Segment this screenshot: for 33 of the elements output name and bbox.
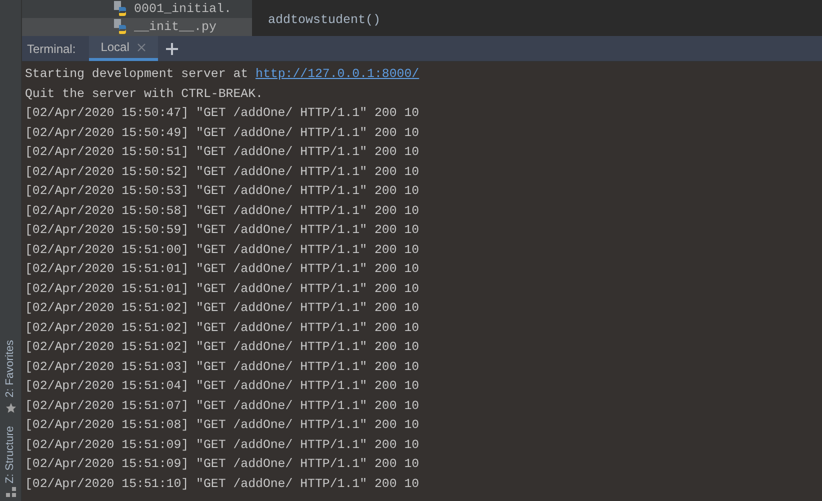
add-icon[interactable]: [166, 42, 178, 54]
terminal-line: [02/Apr/2020 15:50:47] "GET /addOne/ HTTP/1.1" 200 10: [25, 105, 420, 122]
structure-icon: [6, 487, 16, 497]
terminal-line: Quit the server with CTRL-BREAK.: [25, 86, 264, 102]
terminal-line: [02/Apr/2020 15:51:01] "GET /addOne/ HTTP/1.1" 200 10: [25, 261, 420, 278]
terminal-line: [02/Apr/2020 15:50:49] "GET /addOne/ HTTP/1.1" 200 10: [25, 124, 420, 142]
project-tree-item[interactable]: __init__.py: [22, 18, 252, 36]
terminal-line: [02/Apr/2020 15:50:58] "GET /addOne/ HTTP/1.1" 200 10: [25, 202, 420, 220]
terminal-line: [02/Apr/2020 15:51:04] "GET /addOne/ HTTP/1.1" 200 10: [25, 378, 420, 395]
terminal-line: [02/Apr/2020 15:51:02] "GET /addOne/ HTTP/1.1" 200 10: [25, 339, 420, 356]
terminal-line: Starting development server at http://127.0.0.1:8000/: [25, 66, 420, 83]
project-tree-item[interactable]: 0001_initial.: [22, 0, 252, 18]
terminal-line: [02/Apr/2020 15:51:02] "GET /addOne/ HTTP/1.1" 200 10: [25, 320, 420, 336]
terminal-line: [02/Apr/2020 15:50:53] "GET /addOne/ HTTP/1.1" 200 10: [25, 183, 420, 200]
terminal-line: [02/Apr/2020 15:51:07] "GET /addOne/ HTTP/1.1" 200 10: [25, 398, 420, 414]
terminal-line: [02/Apr/2020 15:51:00] "GET /addOne/ HTTP/1.1" 200 10: [25, 242, 420, 258]
star-icon: [4, 402, 16, 414]
tool-window-tab[interactable]: 2: Favorites: [2, 340, 19, 398]
tool-window-tab[interactable]: Z: Structure: [2, 426, 19, 483]
terminal-line: [02/Apr/2020 15:51:01] "GET /addOne/ HTTP/1.1" 200 10: [25, 280, 420, 298]
terminal-line: [02/Apr/2020 15:50:51] "GET /addOne/ HTTP/1.1" 200 10: [25, 144, 420, 161]
terminal-tab[interactable]: Local: [88, 36, 158, 61]
terminal-line: [02/Apr/2020 15:51:03] "GET /addOne/ HTTP/1.1" 200 10: [25, 358, 420, 376]
terminal-line: [02/Apr/2020 15:51:08] "GET /addOne/ HTTP/1.1" 200 10: [25, 417, 420, 434]
code-line: addtowstudent(): [268, 12, 381, 30]
terminal-line: [02/Apr/2020 15:50:59] "GET /addOne/ HTTP/1.1" 200 10: [25, 222, 420, 239]
terminal-line: [02/Apr/2020 15:51:09] "GET /addOne/ HTTP/1.1" 200 10: [25, 436, 420, 454]
terminal-line: [02/Apr/2020 15:51:10] "GET /addOne/ HTTP/1.1" 200 10: [25, 476, 420, 492]
server-link[interactable]: http://127.0.0.1:8000/: [256, 67, 420, 81]
terminal-line: [02/Apr/2020 15:51:09] "GET /addOne/ HTTP/1.1" 200 10: [25, 456, 420, 473]
terminal-line: [02/Apr/2020 15:50:52] "GET /addOne/ HTTP/1.1" 200 10: [25, 164, 420, 180]
terminal-line: [02/Apr/2020 15:51:02] "GET /addOne/ HTTP/1.1" 200 10: [25, 300, 420, 317]
terminal-title: Terminal:: [26, 40, 77, 58]
